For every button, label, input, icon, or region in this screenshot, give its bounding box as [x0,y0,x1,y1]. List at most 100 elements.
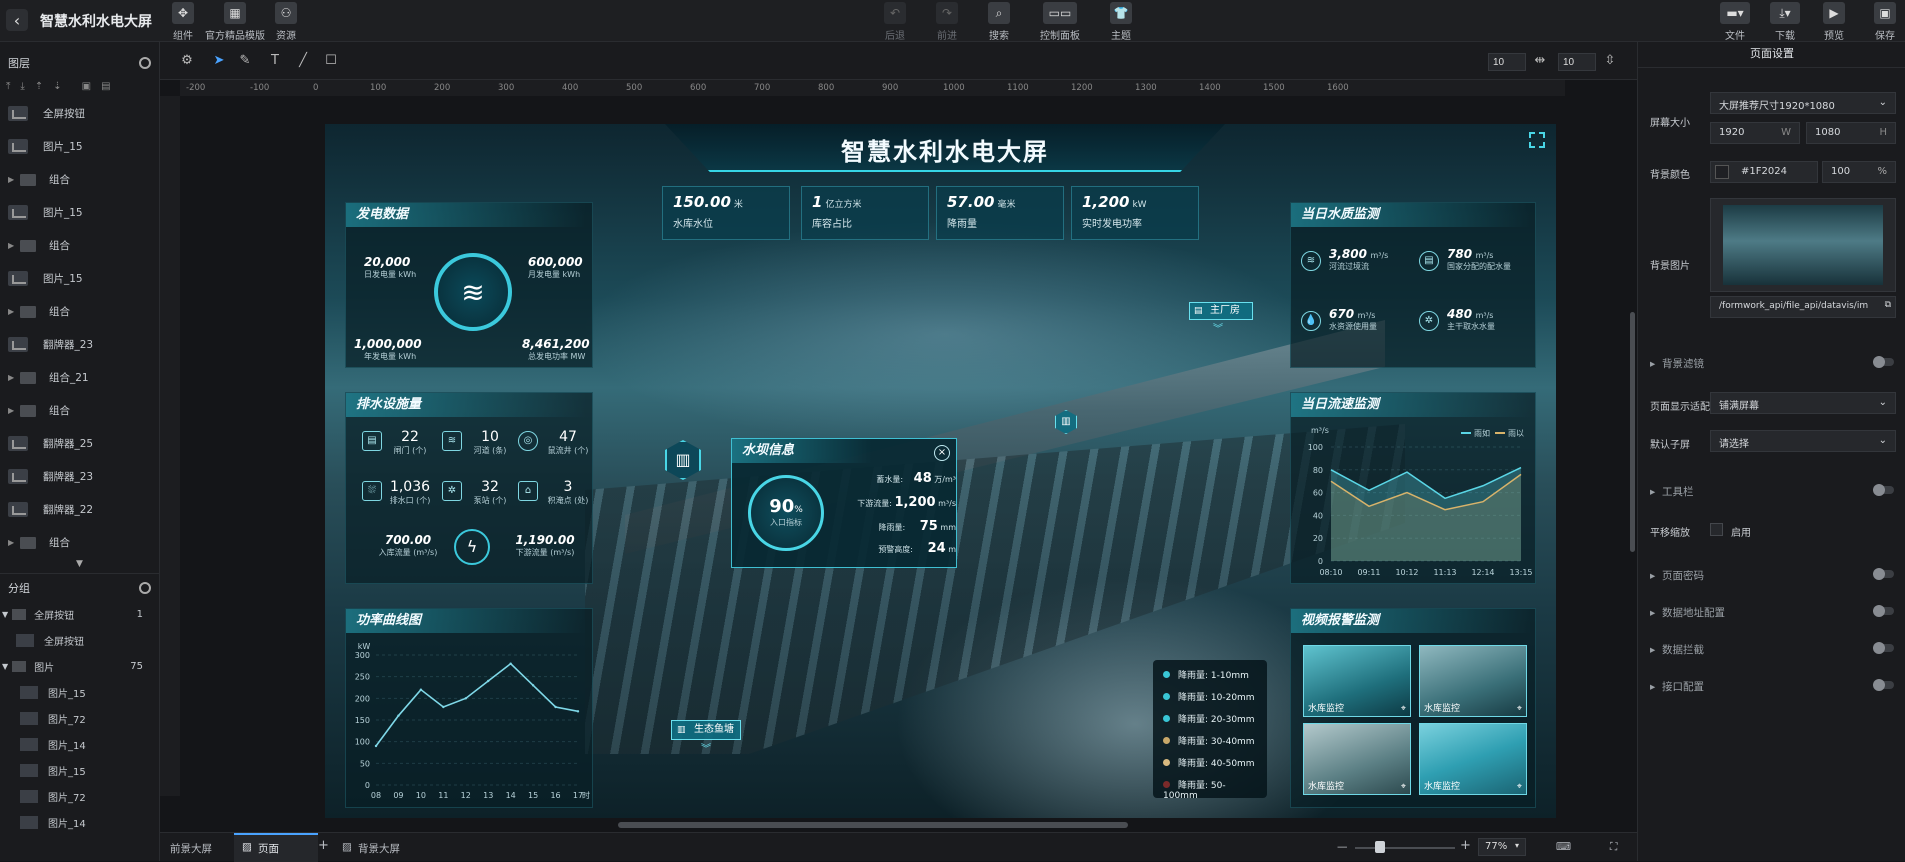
move-down-icon[interactable]: ⇣ [53,81,61,92]
group-row[interactable]: ▼ 图片 75 [0,653,159,679]
screen-size-select[interactable]: 大屏推荐尺寸1920*1080 ⌄ [1710,92,1896,114]
move-up-icon[interactable]: ⇡ [35,81,43,92]
gap-x-input[interactable] [1488,53,1526,71]
api-config-section[interactable]: ▸ 接口配置 [1650,679,1704,694]
color-swatch[interactable] [1715,165,1729,179]
redo-button[interactable]: ↷ 前进 [936,2,958,42]
back-button[interactable]: ‹ [6,9,28,31]
caret-right-icon[interactable]: ▶ [8,538,16,547]
control-panel-button[interactable]: ▭▭ 控制面板 [1040,2,1080,42]
undo-button[interactable]: ↶ 后退 [884,2,906,42]
copy-icon[interactable]: ⧉ [1885,300,1891,310]
caret-right-icon[interactable]: ▶ [8,406,16,415]
caret-right-icon[interactable]: ▶ [8,241,16,250]
default-subscreen-select[interactable]: 请选择 ⌄ [1710,430,1896,452]
bg-image-path-input[interactable]: /formwork_api/file_api/datavis/im ⧉ [1710,296,1896,318]
dashboard-canvas[interactable]: 智慧水利水电大屏 150.00 米水库水位 1 亿立方米 库容占比 57.00 毫米 降雨… [325,124,1556,818]
pan-zoom-checkbox[interactable] [1710,523,1723,536]
tab-background-screen[interactable]: 背景大屏 [358,841,400,856]
fit-select[interactable]: 铺满屏幕 ⌄ [1710,392,1896,414]
tab-foreground-screen[interactable]: 前景大屏 [170,841,212,856]
zoom-out-icon[interactable]: — [1337,841,1348,853]
bg-opacity-input[interactable]: 100% [1822,161,1896,183]
zoom-select[interactable]: 77% ▾ [1478,838,1526,856]
bg-color-input[interactable]: #1F2024 [1710,161,1818,183]
zoom-slider[interactable] [1355,847,1455,849]
bg-filter-toggle[interactable] [1873,356,1894,368]
data-intercept-toggle[interactable] [1873,642,1894,654]
eco-fish-marker[interactable]: ▥ 生态鱼塘 [671,720,741,740]
theme-button[interactable]: 👕 主题 [1110,2,1132,42]
caret-right-icon[interactable]: ▶ [8,307,16,316]
text-icon[interactable]: T [268,54,282,68]
layer-item[interactable]: 全屏按钮 [0,97,159,130]
settings-icon[interactable]: ⚙ [180,54,194,68]
group-row[interactable]: ▼ 全屏按钮 1 [0,601,159,627]
toolbar-section[interactable]: ▸ 工具栏 [1650,484,1693,499]
camera-feed[interactable]: 水库监控 ⌖ [1303,645,1411,717]
group-child[interactable]: 图片_15 [0,679,159,705]
width-input[interactable]: 1920 W [1710,122,1800,144]
layer-item[interactable]: ▶ 组合 [0,163,159,196]
horizontal-spacing-icon[interactable]: ⇹ [1533,54,1547,68]
toolbar-toggle[interactable] [1873,484,1894,496]
data-address-toggle[interactable] [1873,605,1894,617]
close-icon[interactable]: × [934,445,950,461]
zoom-in-icon[interactable]: + [1460,838,1471,853]
rectangle-icon[interactable]: ☐ [324,54,338,68]
resources-button[interactable]: ⚇ 资源 [275,2,297,42]
layer-item[interactable]: ▶ 组合 [0,295,159,328]
layer-item[interactable]: 图片_15 [0,262,159,295]
keyboard-icon[interactable]: ⌨ [1556,841,1571,853]
camera-feed[interactable]: 水库监控 ⌖ [1419,645,1527,717]
password-section[interactable]: ▸ 页面密码 [1650,568,1704,583]
layer-item[interactable]: 翻牌器_22 [0,493,159,526]
fit-screen-icon[interactable]: ⛶ [1610,841,1617,854]
pen-icon[interactable]: ✎ [238,54,252,68]
data-address-section[interactable]: ▸ 数据地址配置 [1650,605,1725,620]
layer-item[interactable]: ▶ 组合 [0,229,159,262]
group-child[interactable]: 图片_14 [0,731,159,757]
preview-button[interactable]: ▶ 预览 [1823,2,1845,42]
group-child[interactable]: 图片_14 [0,809,159,835]
layer-item[interactable]: 翻牌器_25 [0,427,159,460]
fullscreen-icon[interactable] [1529,132,1545,148]
download-button[interactable]: ⤓▾ 下载 [1770,2,1800,42]
group-child[interactable]: 图片_15 [0,757,159,783]
templates-button[interactable]: ▦ 官方精品模版 [205,2,265,42]
layer-item[interactable]: 翻牌器_23 [0,460,159,493]
search-icon[interactable] [139,57,151,69]
group-child[interactable]: 全屏按钮 [0,627,159,653]
align-top-icon[interactable]: ⤒ [6,81,10,92]
layer-item[interactable]: ▶ 组合_21 [0,361,159,394]
vertical-scrollbar[interactable] [1630,312,1635,552]
layer-item[interactable]: 翻牌器_23 [0,328,159,361]
group-child[interactable]: 图片_72 [0,705,159,731]
main-plant-marker[interactable]: ▤ 主厂房 [1189,302,1253,320]
bg-image-preview[interactable] [1710,198,1896,292]
caret-right-icon[interactable]: ▶ [8,373,16,382]
layer-item[interactable]: ▶ 组合 [0,394,159,427]
password-toggle[interactable] [1873,568,1894,580]
add-tab-icon[interactable]: + [318,838,329,853]
collapse-caret-icon[interactable]: ▼ [0,559,159,573]
layer-item[interactable]: 图片_15 [0,196,159,229]
caret-right-icon[interactable]: ▶ [8,175,16,184]
api-config-toggle[interactable] [1873,679,1894,691]
data-intercept-section[interactable]: ▸ 数据拦截 [1650,642,1704,657]
camera-feed[interactable]: 水库监控 ⌖ [1303,723,1411,795]
pointer-icon[interactable]: ➤ [212,54,226,68]
save-button[interactable]: ▣ 保存 [1874,2,1896,42]
components-button[interactable]: ✥ 组件 [172,2,194,42]
zoom-slider-handle[interactable] [1375,841,1385,853]
search-button[interactable]: ⌕ 搜索 [988,2,1010,42]
horizontal-scrollbar[interactable] [618,822,1128,828]
group-child[interactable]: 图片_72 [0,783,159,809]
gap-y-input[interactable] [1558,53,1596,71]
caret-down-icon[interactable]: ▼ [2,662,8,671]
layer-item[interactable]: ▶ 组合 [0,526,159,559]
vertical-spacing-icon[interactable]: ⇳ [1603,54,1617,68]
tab-page-settings[interactable]: 页面设置 [1638,42,1905,68]
layer-item[interactable]: 图片_15 [0,130,159,163]
height-input[interactable]: 1080 H [1806,122,1896,144]
